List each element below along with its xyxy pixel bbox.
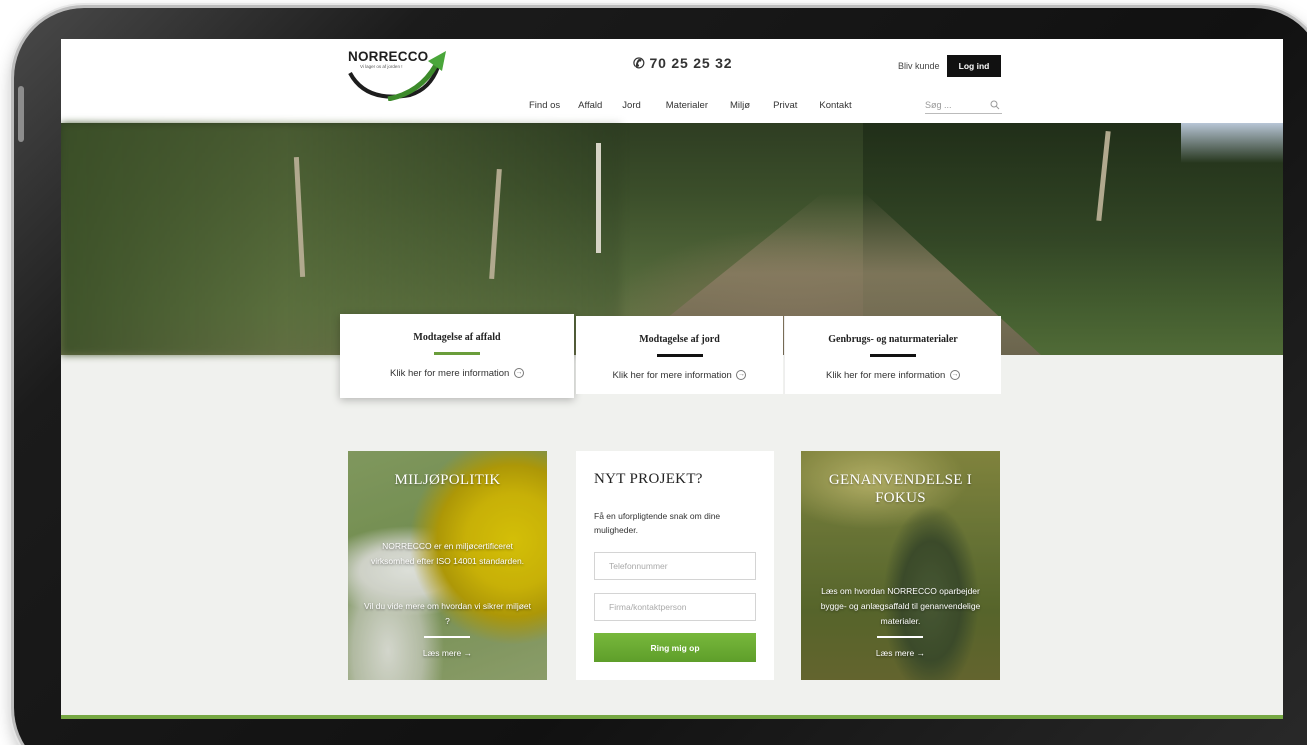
phone-number[interactable]: ✆ 70 25 25 32 bbox=[633, 55, 732, 72]
nav-item-affald[interactable]: Affald bbox=[578, 100, 602, 111]
policy-question: Vil du vide mere om hvordan vi sikrer mi… bbox=[363, 601, 532, 626]
main-nav: Find os Affald Jord Materialer Miljø Pri… bbox=[529, 100, 852, 111]
policy-card[interactable]: MILJØPOLITIK NORRECCO er en miljøcertifi… bbox=[348, 451, 547, 680]
nav-item-materialer[interactable]: Materialer bbox=[666, 100, 708, 111]
become-customer-link[interactable]: Bliv kunde bbox=[898, 61, 940, 71]
call-me-button[interactable]: Ring mig op bbox=[594, 633, 756, 662]
service-underline bbox=[656, 354, 703, 357]
service-card-jord[interactable]: Modtagelse af jord Klik her for mere inf… bbox=[576, 316, 783, 394]
site-header: NORRECCO Vi lager os af jorden ! ✆ 70 25 … bbox=[61, 39, 1283, 123]
circle-arrow-icon: → bbox=[736, 370, 747, 381]
company-field[interactable] bbox=[594, 593, 756, 621]
login-button[interactable]: Log ind bbox=[947, 55, 1001, 77]
policy-read-more-link[interactable]: Læs mere → bbox=[348, 648, 547, 658]
logo-name: NORRECCO bbox=[348, 49, 429, 64]
service-link[interactable]: Klik her for mere information → bbox=[826, 370, 960, 381]
project-title: NYT PROJEKT? bbox=[594, 471, 703, 487]
policy-text: NORRECCO er en miljøcertificeret virksom… bbox=[370, 541, 525, 566]
recycling-card[interactable]: GENANVENDELSE I FOKUS Læs om hvordan NOR… bbox=[801, 451, 1000, 680]
service-underline bbox=[434, 352, 480, 355]
project-form-card: NYT PROJEKT? Få en uforpligtende snak om… bbox=[576, 451, 774, 680]
service-title: Genbrugs- og naturmaterialer bbox=[828, 334, 958, 345]
search-box bbox=[925, 97, 1002, 114]
nav-item-find-os[interactable]: Find os bbox=[529, 100, 560, 111]
phone-field[interactable] bbox=[594, 552, 756, 580]
service-card-materialer[interactable]: Genbrugs- og naturmaterialer Klik her fo… bbox=[784, 316, 1001, 394]
arrow-right-icon: → bbox=[463, 648, 473, 658]
tablet-side-button bbox=[18, 86, 24, 142]
logo-tagline: Vi lager os af jorden ! bbox=[360, 64, 403, 69]
card-divider bbox=[877, 636, 923, 638]
phone-text: 70 25 25 32 bbox=[649, 55, 733, 71]
service-title: Modtagelse af affald bbox=[413, 332, 501, 343]
circle-arrow-icon: → bbox=[513, 368, 524, 379]
fence-post bbox=[596, 143, 601, 253]
recycling-title: GENANVENDELSE I FOKUS bbox=[828, 472, 973, 506]
circle-arrow-icon: → bbox=[949, 370, 960, 381]
service-link[interactable]: Klik her for mere information → bbox=[613, 370, 747, 381]
hero-sky bbox=[1181, 123, 1283, 163]
service-card-affald[interactable]: Modtagelse af affald Klik her for mere i… bbox=[340, 314, 574, 398]
nav-item-jord[interactable]: Jord bbox=[622, 100, 640, 111]
footer-accent-line bbox=[61, 715, 1283, 719]
service-title: Modtagelse af jord bbox=[639, 334, 720, 345]
recycling-read-more-link[interactable]: Læs mere → bbox=[801, 648, 1000, 658]
service-underline bbox=[870, 354, 916, 357]
policy-title: MILJØPOLITIK bbox=[394, 472, 501, 488]
search-icon[interactable] bbox=[990, 100, 1000, 110]
logo[interactable]: NORRECCO Vi lager os af jorden ! bbox=[348, 49, 448, 101]
arrow-right-icon: → bbox=[916, 648, 926, 658]
card-divider bbox=[424, 636, 470, 638]
project-text: Få en uforpligtende snak om dine mulighe… bbox=[594, 511, 721, 535]
screen: NORRECCO Vi lager os af jorden ! ✆ 70 25 … bbox=[61, 39, 1283, 719]
nav-item-kontakt[interactable]: Kontakt bbox=[819, 100, 851, 111]
recycling-text: Læs om hvordan NORRECCO oparbejder bygge… bbox=[820, 586, 981, 626]
search-input[interactable] bbox=[925, 97, 987, 113]
service-link[interactable]: Klik her for mere information → bbox=[390, 368, 524, 379]
nav-item-privat[interactable]: Privat bbox=[773, 100, 797, 111]
phone-icon: ✆ bbox=[633, 55, 646, 71]
nav-item-miljo[interactable]: Miljø bbox=[730, 100, 750, 111]
